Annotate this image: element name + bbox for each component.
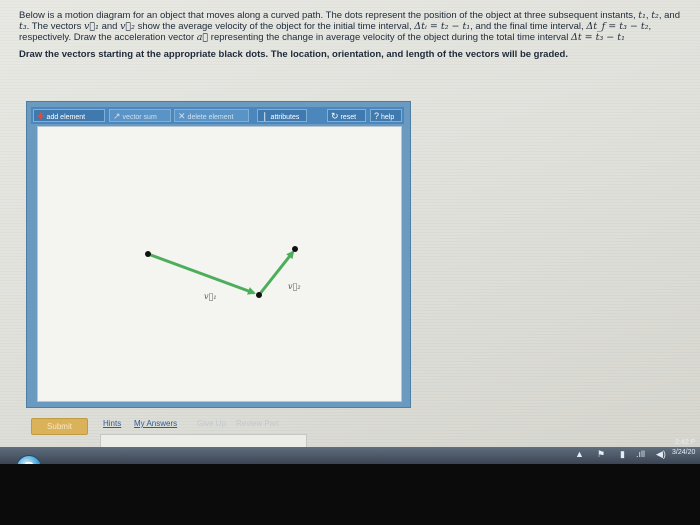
v1-vector-arrow[interactable] — [147, 252, 256, 295]
instruction-text: Draw the vectors starting at the appropr… — [19, 49, 568, 60]
clock[interactable]: 2:42 P 3/24/20 — [672, 438, 695, 458]
add-element-label: add element — [46, 114, 86, 121]
dt-expression: Δt = t₃ − t₁ — [570, 32, 625, 43]
vector-diagram: v⃗₁ v⃗₂ — [145, 246, 301, 301]
reset-label: reset — [340, 114, 357, 121]
flag-icon[interactable]: ⚑ — [597, 449, 605, 460]
signal-icon[interactable]: .ıll — [636, 449, 645, 459]
help-icon: ? — [374, 111, 380, 121]
v2-label: v⃗₂ — [288, 282, 301, 291]
t2-symbol: t₂ — [651, 10, 659, 21]
clock-date: 3/24/20 — [672, 449, 696, 456]
review-part-link[interactable]: Review Part — [236, 419, 279, 428]
v1-label: v⃗₁ — [204, 292, 217, 301]
clock-time: 2:42 P — [675, 439, 696, 446]
text-vectors: . The vectors — [26, 21, 82, 32]
problem-line-1: Below is a motion diagram for an object … — [19, 10, 636, 21]
attributes-button[interactable]: ❘ attributes — [257, 109, 307, 122]
problem-statement: Below is a motion diagram for an object … — [19, 10, 691, 60]
a-symbol: a⃗ — [196, 32, 209, 43]
vector-sum-label: vector sum — [122, 114, 157, 121]
attributes-label: attributes — [270, 114, 300, 121]
sum-icon: ↗ — [113, 111, 121, 121]
vector-sum-button[interactable]: ↗ vector sum — [109, 109, 171, 122]
delete-element-button[interactable]: ✕ delete element — [174, 109, 249, 122]
reset-button[interactable]: ↻ reset — [327, 109, 366, 122]
position-dot-t1 — [145, 251, 151, 257]
my-answers-link[interactable]: My Answers — [134, 419, 177, 428]
add-element-button[interactable]: ✚ add element — [33, 109, 105, 122]
dtf-expression: Δt_f = t₃ − t₂ — [586, 21, 649, 32]
delete-element-label: delete element — [187, 114, 234, 121]
hints-link[interactable]: Hints — [103, 419, 121, 428]
applet-toolbar: ✚ add element ↗ vector sum ✕ delete element… — [31, 107, 404, 124]
position-dot-t2 — [256, 292, 262, 298]
text-total-interval: representing the change in average veloc… — [210, 32, 569, 43]
text-and-2: and — [101, 21, 118, 32]
v2-symbol: v⃗₂ — [120, 21, 135, 32]
give-up-link[interactable]: Give Up — [197, 419, 226, 428]
text-initial-interval: show the average velocity of the object … — [137, 21, 412, 32]
vector-drawing-applet: ✚ add element ↗ vector sum ✕ delete element… — [26, 101, 411, 408]
reset-icon: ↻ — [331, 111, 339, 121]
taskbar — [0, 447, 700, 464]
text-and: , and — [658, 10, 680, 21]
attributes-icon: ❘ — [261, 111, 269, 121]
screen: Below is a motion diagram for an object … — [0, 0, 700, 458]
delete-icon: ✕ — [178, 111, 186, 121]
text-final-interval: , and the final time interval, — [470, 21, 584, 32]
submit-button[interactable]: Submit — [31, 418, 88, 435]
help-label: help — [381, 114, 395, 121]
v1-symbol: v⃗₁ — [84, 21, 99, 32]
help-button[interactable]: ? help — [370, 109, 402, 122]
tray-arrow-icon[interactable]: ▲ — [575, 449, 584, 459]
dti-expression: Δtᵢ = t₂ − t₁ — [414, 21, 471, 32]
drawing-canvas[interactable]: v⃗₁ v⃗₂ — [37, 126, 402, 402]
plus-icon: ✚ — [37, 111, 45, 121]
t3-symbol: t₃ — [19, 21, 27, 32]
volume-icon[interactable]: ◀) — [656, 449, 666, 460]
monitor-bezel — [0, 464, 700, 525]
position-dot-t3 — [292, 246, 298, 252]
t1-symbol: t₁ — [638, 10, 646, 21]
network-icon[interactable]: ▮ — [620, 449, 625, 460]
